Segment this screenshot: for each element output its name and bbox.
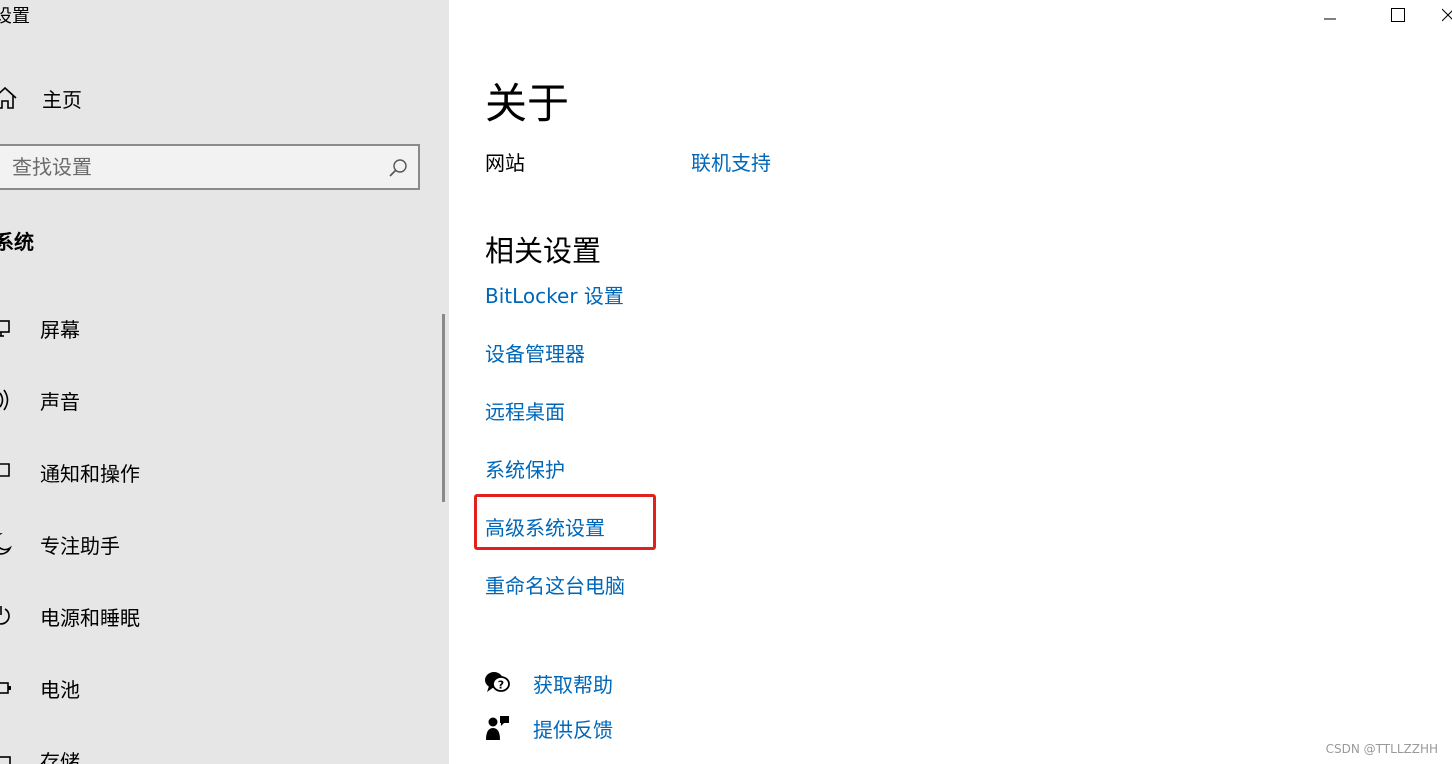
advanced-system-settings-link[interactable]: 高级系统设置: [485, 516, 605, 540]
get-help-link[interactable]: 获取帮助: [533, 669, 613, 698]
sidebar-nav: 屏幕 声音 通知和操作 专注助手 电源和睡眠 电池 存储: [0, 292, 440, 764]
related-link-item: 设备管理器: [485, 338, 625, 396]
close-button[interactable]: [1432, 0, 1452, 30]
search-input[interactable]: [0, 154, 384, 180]
moon-icon: [0, 529, 18, 559]
get-help-row[interactable]: ? 获取帮助: [483, 666, 613, 700]
window-controls: [1296, 0, 1452, 30]
sidebar-item-sound[interactable]: 声音: [0, 364, 440, 436]
sidebar-item-label: 电源和睡眠: [40, 605, 140, 630]
related-link-item: 重命名这台电脑: [485, 570, 625, 628]
sidebar-item-battery[interactable]: 电池: [0, 652, 440, 724]
minimize-button[interactable]: [1296, 0, 1364, 30]
app-title: 设置: [0, 6, 30, 27]
device-manager-link[interactable]: 设备管理器: [485, 342, 585, 366]
feedback-icon: [486, 716, 509, 740]
maximize-icon: [1391, 8, 1405, 22]
sidebar-item-label: 专注助手: [40, 533, 120, 558]
notification-icon: [0, 457, 18, 487]
remote-desktop-link[interactable]: 远程桌面: [485, 400, 565, 424]
sidebar-home[interactable]: 主页: [0, 80, 82, 116]
sidebar-item-label: 通知和操作: [40, 461, 140, 486]
sidebar-item-notifications[interactable]: 通知和操作: [0, 436, 440, 508]
home-icon: [0, 86, 17, 109]
feedback-row[interactable]: 提供反馈: [483, 711, 613, 745]
speaker-icon: [0, 385, 18, 415]
sidebar-item-focus-assist[interactable]: 专注助手: [0, 508, 440, 580]
bitlocker-settings-link[interactable]: BitLocker 设置: [485, 284, 624, 308]
svg-text:?: ?: [498, 679, 504, 692]
section-label-system: 系统: [0, 230, 34, 254]
sidebar-item-label: 存储: [40, 749, 80, 764]
sidebar: 设置 主页 系统 屏幕 声音 通知: [0, 0, 449, 764]
related-link-item: 高级系统设置: [485, 512, 625, 570]
monitor-icon: [0, 313, 18, 343]
search-box[interactable]: [0, 144, 420, 190]
minimize-icon: [1324, 18, 1336, 20]
system-protection-link[interactable]: 系统保护: [485, 458, 565, 482]
website-label: 网站: [485, 151, 525, 175]
sidebar-item-label: 声音: [40, 389, 80, 414]
related-link-item: 系统保护: [485, 454, 625, 512]
sidebar-item-storage[interactable]: 存储: [0, 724, 440, 764]
sidebar-home-label: 主页: [42, 87, 82, 112]
related-settings-list: BitLocker 设置 设备管理器 远程桌面 系统保护 高级系统设置 重命名这…: [485, 280, 625, 628]
sidebar-item-display[interactable]: 屏幕: [0, 292, 440, 364]
related-link-item: 远程桌面: [485, 396, 625, 454]
page-title: 关于: [485, 79, 570, 128]
related-link-item: BitLocker 设置: [485, 280, 625, 338]
watermark: CSDN @TTLLZZHH: [1325, 742, 1438, 756]
feedback-link[interactable]: 提供反馈: [533, 714, 613, 743]
maximize-button[interactable]: [1364, 0, 1432, 30]
sidebar-item-label: 屏幕: [40, 317, 80, 342]
power-icon: [0, 601, 18, 631]
sidebar-item-label: 电池: [40, 677, 80, 702]
search-icon[interactable]: [388, 158, 408, 178]
rename-pc-link[interactable]: 重命名这台电脑: [485, 574, 625, 598]
online-support-link[interactable]: 联机支持: [691, 147, 771, 176]
help-chat-icon: ?: [485, 672, 510, 692]
battery-icon: [0, 673, 18, 703]
storage-icon: [0, 745, 18, 764]
sidebar-item-power-sleep[interactable]: 电源和睡眠: [0, 580, 440, 652]
main-content: 关于 网站 联机支持 相关设置 BitLocker 设置 设备管理器 远程桌面 …: [449, 0, 1452, 764]
close-icon: [1442, 8, 1452, 22]
related-settings-title: 相关设置: [485, 234, 602, 268]
sidebar-scrollbar[interactable]: [442, 314, 445, 502]
